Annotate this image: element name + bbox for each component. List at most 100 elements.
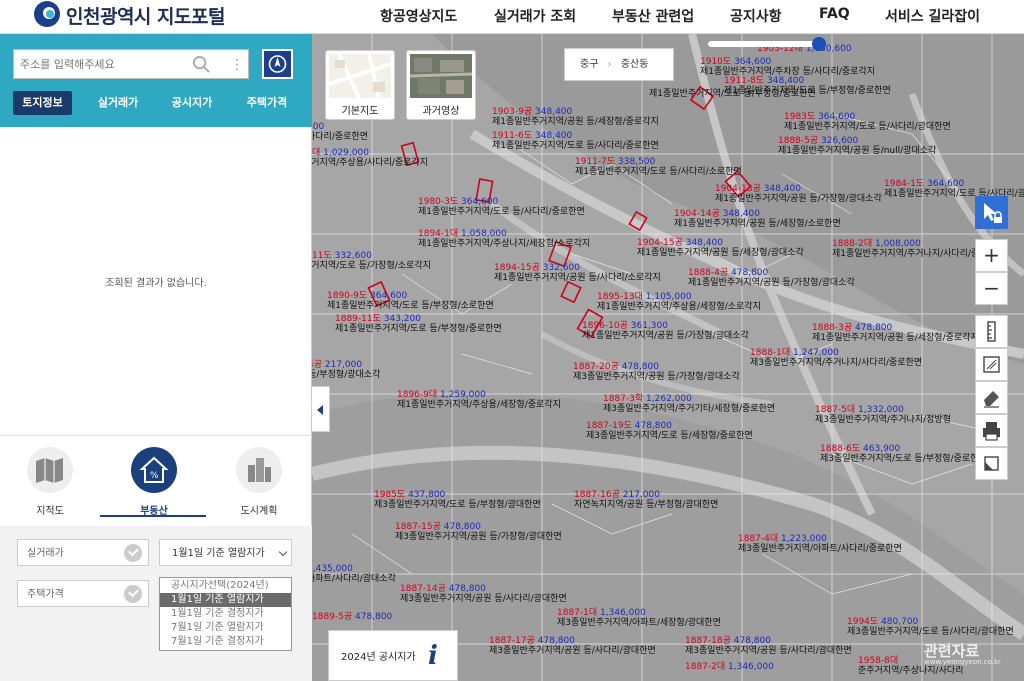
parcel-label[interactable]: 1888-3공 478,800 제1종일반주거지역/공원 등/세장형/중로각지 — [812, 323, 979, 343]
layer-basemap-button[interactable]: 기본지도 — [325, 50, 395, 120]
breadcrumb-dong[interactable]: 중산동 — [621, 59, 649, 70]
dropdown-option[interactable]: 공시지가선택(2024년) — [160, 579, 291, 593]
parcel-label[interactable]: 1983도 364,600 제1종일반주거지역/도로 등/사다리/광대한면 — [784, 112, 951, 132]
official-price-info-box[interactable]: 2024년 공시지가 i — [328, 630, 458, 681]
parcel-label[interactable]: 400사다리/중로한면 — [312, 122, 368, 142]
map-canvas[interactable]: 1903-12대 1,030,600 1910도 364,600 제1종일반주거지역… — [312, 34, 1024, 681]
parcel-label[interactable]: 1911-6도 348,400 제1종일반주거지역/도로 등/사다리/중로한면 — [492, 131, 659, 151]
zoom-in-button[interactable]: + — [975, 239, 1008, 272]
category-cadastral[interactable]: 지적도 — [0, 442, 100, 522]
dropdown-option[interactable]: 7월1일 기준 결정지가 — [160, 635, 291, 649]
eraser-button[interactable] — [975, 381, 1008, 414]
parcel-code: 1983도 — [784, 112, 816, 122]
collapse-panel-button[interactable] — [312, 386, 330, 432]
parcel-zone: 제3종일반주거지역/아파트/사다리/중로한면 — [738, 544, 902, 554]
parcel-label[interactable]: 1896-9대 1,259,000 제1종일반주거지역/주상용/세장형/중로각지 — [397, 390, 561, 410]
zoom-slider-track[interactable] — [708, 41, 822, 47]
parcel-label[interactable]: 1887-20공 478,800 제3종일반주거지역/공원 등/가장형/광대소각 — [573, 362, 740, 382]
tab-house-price[interactable]: 주택가격 — [238, 91, 296, 115]
active-category-underline — [100, 515, 206, 517]
parcel-label[interactable]: 1985도 437,800 제3종일반주거지역/도로 등/부정형/광대한면 — [374, 490, 541, 510]
parcel-label[interactable]: 1887-5대 1,332,000 제3종일반주거지역/주거나지/정방형 — [815, 405, 951, 425]
parcel-zone: 제3종일반주거지역/공원 등/사다리/광대한면 — [685, 646, 852, 656]
zoom-out-button[interactable]: − — [975, 272, 1008, 305]
ruler-icon — [987, 321, 996, 342]
breadcrumb-district[interactable]: 중구 — [580, 59, 598, 70]
nav-faq[interactable]: FAQ — [819, 6, 850, 22]
category-real-estate[interactable]: % 부동산 — [104, 442, 204, 522]
parcel-price: 364,600 — [370, 291, 408, 301]
parcel-label[interactable]: 1887-15공 478,800 제3종일반주거지역/공원 등/가장형/광대한면 — [395, 522, 562, 542]
parcel-label[interactable]: 1887-1대 1,346,000 제3종일반주거지역/아파트/세장형/광대한면 — [557, 608, 721, 628]
parcel-label[interactable]: 1,435,000아파트/사다리/광대소각 — [312, 564, 396, 584]
real-trade-field[interactable]: 실거래가 — [17, 539, 149, 566]
parcel-label[interactable]: 1887-3학 1,262,000 제3종일반주거지역/주거기타/세장형/중로한면 — [603, 394, 775, 414]
parcel-price: 478,800 — [621, 362, 659, 372]
location-compass-button[interactable] — [262, 49, 293, 79]
parcel-label[interactable]: 1887-2대 1,346,000 — [685, 662, 774, 672]
parcel-label[interactable]: 1894-1대 1,058,000 제1종일반주거지역/주상나지/세장형/소로각지 — [418, 229, 590, 249]
tab-real-trade[interactable]: 실거래가 — [89, 91, 147, 115]
parcel-label[interactable]: 1888-1대 1,247,000 제3종일반주거지역/주거나지/사다리/중로한면 — [750, 348, 922, 368]
fullscreen-button[interactable] — [975, 447, 1008, 480]
tab-official-land-price[interactable]: 공시지가 — [163, 91, 221, 115]
nav-real-trade[interactable]: 실거래가 조회 — [494, 6, 576, 26]
parcel-label[interactable]: 1889-11도 343,200 제1종일반주거지역/도로 등/부정형/중로한면 — [335, 314, 502, 334]
parcel-label[interactable]: 4공 217,000등/부정형/광대소각 — [312, 360, 380, 380]
search-input[interactable] — [20, 55, 190, 73]
parcel-label[interactable]: 1896-10공 361,300 제1종일반주거지역/공원 등/가장형/광대소각 — [582, 321, 749, 341]
nav-real-estate-business[interactable]: 부동산 관련업 — [612, 6, 694, 26]
more-options-icon[interactable]: ⋮ — [230, 56, 244, 74]
dropdown-option[interactable]: 7월1일 기준 열람지가 — [160, 621, 291, 635]
price-basis-select[interactable]: 1월1일 기준 열람지가 — [159, 539, 292, 566]
measure-distance-button[interactable] — [975, 315, 1008, 348]
parcel-price: 478,800 — [855, 323, 893, 333]
parcel-zone: 제1종일반주거지역/주상용/세장형/중로각지 — [397, 400, 561, 410]
parcel-label[interactable]: 제1종일반주거지역/도로 등/부정형/중로한면 — [649, 89, 816, 99]
site-title[interactable]: 인천광역시 지도포털 — [66, 2, 225, 29]
parcel-label[interactable]: 1890-9도 364,600 제1종일반주거지역/도로 등/부정형/소로한면 — [327, 291, 494, 311]
parcel-label[interactable]: 1887-16공 217,000 자연녹지지역/공원 등/부정형/광대한면 — [574, 490, 718, 510]
parcel-label[interactable]: -1대 1,029,000주거지역/주상용/사다리/중로각지 — [312, 148, 428, 168]
parcel-label[interactable]: 1887-14공 478,800 제3종일반주거지역/공원 등/사다리/광대한면 — [400, 584, 567, 604]
check-icon[interactable] — [124, 585, 142, 603]
parcel-label[interactable]: 1888-5공 326,600 제1종일반주거지역/공원 등/null/광대소각 — [778, 136, 936, 156]
check-icon[interactable] — [124, 544, 142, 562]
select-tool-button[interactable] — [975, 196, 1008, 229]
parcel-label[interactable]: 1911-7도 338,500 제1종일반주거지역/도로 등/사다리/소로한면 — [575, 157, 742, 177]
search-icon[interactable] — [192, 55, 211, 74]
parcel-label[interactable]: 1888-4공 478,800 제1종일반주거지역/공원 등/가장형/광대소각 — [688, 268, 855, 288]
parcel-label[interactable]: 1889-5공 478,800 — [312, 612, 392, 622]
tab-land-info[interactable]: 토지정보 — [13, 91, 72, 115]
dropdown-option[interactable]: 1월1일 기준 결정지가 — [160, 607, 291, 621]
info-icon[interactable]: i — [428, 641, 438, 671]
parcel-label[interactable]: 1888-6도 463,900 제3종일반주거지역/도로 등/부정형/중로한면 — [820, 444, 987, 464]
parcel-code: 1896-9대 — [397, 390, 438, 400]
parcel-label[interactable]: 1994도 480,700 제3종일반주거지역/도로 등/사다리/광대한면 — [847, 617, 1014, 637]
parcel-label[interactable]: 1980-3도 364,600 제1종일반주거지역/도로 등/사다리/중로한면 — [418, 197, 585, 217]
parcel-label[interactable]: 1-11도 332,600주거지역/도로 등/가장형/소로각지 — [312, 251, 431, 271]
parcel-label[interactable]: 1904-13공 348,400 제1종일반주거지역/공원 등/가장형/광대소각 — [715, 184, 882, 204]
nav-aerial-map[interactable]: 항공영상지도 — [380, 6, 457, 26]
dropdown-option-selected[interactable]: 1월1일 기준 열람지가 — [160, 593, 291, 607]
print-button[interactable] — [975, 414, 1008, 447]
parcel-label[interactable]: 1904-15공 348,400 제1종일반주거지역/공원 등/세장형/광대소각 — [637, 238, 804, 258]
zoom-slider-handle[interactable] — [812, 37, 826, 51]
parcel-label[interactable]: 1887-4대 1,223,000 제3종일반주거지역/아파트/사다리/중로한면 — [738, 534, 902, 554]
parcel-label[interactable]: 1904-14공 348,400 제1종일반주거지역/공원 등/세장형/소로한면 — [674, 209, 841, 229]
parcel-price: 1,029,000 — [323, 148, 369, 158]
parcel-label[interactable]: 1887-17공 478,800 제3종일반주거지역/공원 등/사다리/광대한면 — [489, 636, 656, 656]
incheon-logo-icon[interactable] — [34, 1, 60, 27]
parcel-label[interactable]: 1887-18공 478,800 제3종일반주거지역/공원 등/사다리/광대한면 — [685, 636, 852, 656]
parcel-label[interactable]: 1903-9공 348,400 제1종일반주거지역/공원 등/세장형/중로각지 — [492, 107, 659, 127]
category-urban-planning[interactable]: 도시계획 — [209, 442, 309, 522]
nav-service-guide[interactable]: 서비스 길라잡이 — [885, 6, 980, 26]
parcel-label[interactable]: 1887-19도 478,800 제3종일반주거지역/도로 등/세장형/중로한면 — [586, 421, 753, 441]
parcel-label[interactable]: 1910도 364,600 제1종일반주거지역/주차장 등/사다리/중로각지 — [700, 57, 875, 77]
nav-notices[interactable]: 공지사항 — [730, 6, 782, 26]
layer-past-imagery-button[interactable]: 과거영상 — [406, 50, 476, 120]
measure-area-button[interactable] — [975, 348, 1008, 381]
house-price-field[interactable]: 주택가격 — [17, 580, 149, 607]
parcel-label[interactable]: 1895-13대 1,105,000 제1종일반주거지역/주상용/세장형/소로각지 — [597, 292, 761, 312]
parcel-label[interactable]: 1894-15공 332,600 제1종일반주거지역/공원 등/사다리/소로각지 — [494, 263, 661, 283]
